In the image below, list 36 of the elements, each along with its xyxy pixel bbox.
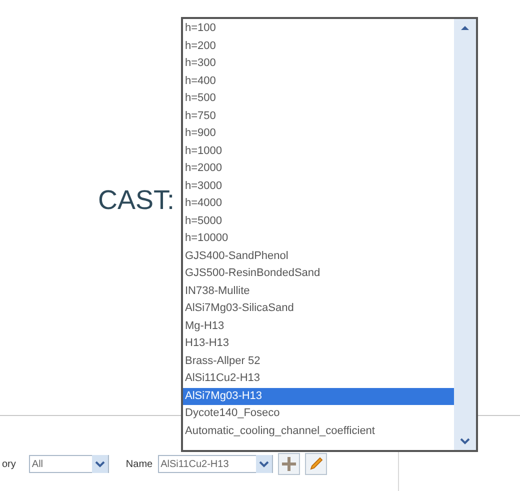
chevron-down-icon [256, 455, 272, 473]
scrollbar[interactable] [454, 19, 476, 450]
list-item[interactable]: Brass-Allper 52 [183, 352, 454, 370]
list-item[interactable]: H13-H13 [183, 335, 454, 352]
pencil-icon [308, 456, 324, 472]
plus-icon [280, 456, 297, 472]
name-dropdown[interactable]: AlSi11Cu2-H13 [158, 455, 273, 473]
list-item[interactable]: GJS500-ResinBondedSand [183, 265, 454, 282]
category-label: ory [2, 458, 16, 472]
list-item[interactable]: h=400 [183, 72, 454, 90]
list-item[interactable]: h=500 [183, 90, 454, 108]
chevron-down-icon [92, 455, 108, 473]
list-item[interactable]: h=100 [183, 20, 454, 38]
list-item[interactable]: h=5000 [183, 212, 454, 230]
list-item[interactable]: Automatic_cooling_channel_coefficient [183, 422, 454, 440]
list-item[interactable]: AlSi11Cu2-H13 [183, 370, 454, 388]
list-item[interactable]: h=10000 [183, 230, 454, 248]
list-item[interactable]: h=1000 [183, 142, 454, 160]
list-item[interactable]: IN738-Mullite [183, 282, 454, 300]
list-item[interactable]: h=3000 [183, 178, 454, 195]
list-item[interactable]: AlSi7Mg03-SilicaSand [183, 300, 454, 318]
heading: CAST: [98, 184, 175, 217]
list-item[interactable]: h=900 [183, 125, 454, 142]
category-dropdown[interactable]: All [28, 455, 109, 473]
list-item[interactable]: h=200 [183, 38, 454, 55]
list-item[interactable]: GJS400-SandPhenol [183, 248, 454, 265]
list-item[interactable]: Mg-H13 [183, 318, 454, 335]
list-item[interactable]: h=4000 [183, 195, 454, 212]
list-item[interactable]: h=750 [183, 108, 454, 125]
list-item[interactable]: AlSi7Mg03-H13 [183, 388, 454, 405]
list-item[interactable]: h=300 [183, 55, 454, 72]
list-item[interactable]: h=2000 [183, 160, 454, 178]
edit-button[interactable] [304, 453, 327, 475]
add-button[interactable] [278, 453, 300, 475]
list-item[interactable]: Dycote140_Foseco [183, 405, 454, 422]
name-label: Name [126, 458, 153, 472]
